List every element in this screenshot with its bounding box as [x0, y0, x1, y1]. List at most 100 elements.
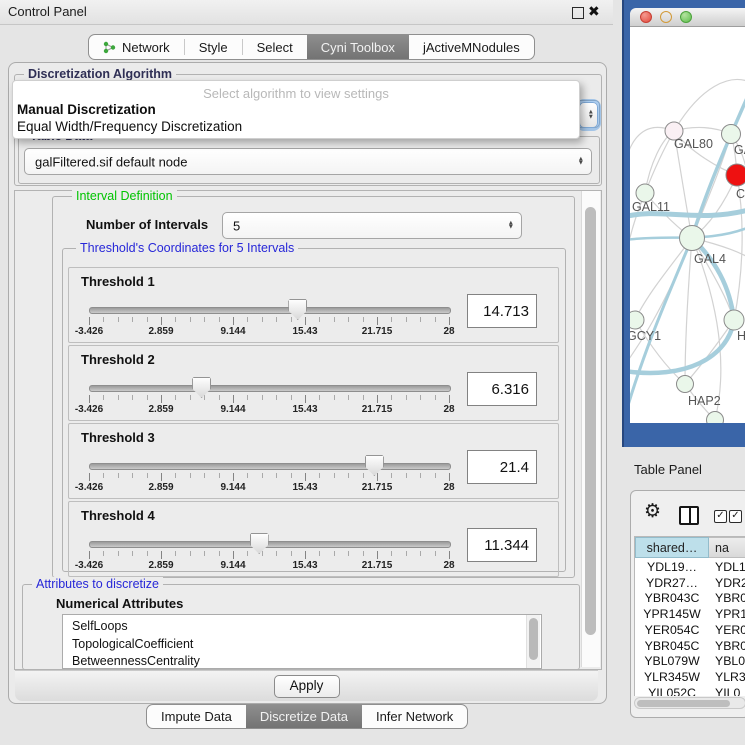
slider-tick-label: 28 [443, 326, 454, 337]
threshold-value-field[interactable]: 11.344 [467, 528, 537, 562]
cell-shared-name: YIL052C [635, 686, 709, 696]
close-icon[interactable]: ✖ [588, 3, 600, 20]
tab-style[interactable]: Style [185, 35, 242, 59]
minimize-traffic-light-icon[interactable] [660, 11, 672, 23]
table-panel-header: Table Panel [613, 447, 745, 490]
slider-tick [420, 473, 421, 478]
slider-track[interactable] [89, 541, 451, 548]
threshold-value-field[interactable]: 21.4 [467, 450, 537, 484]
slider-thumb[interactable] [192, 377, 211, 398]
algorithm-option[interactable]: Manual Discretization [17, 102, 156, 117]
column-header[interactable]: na [709, 537, 745, 558]
threshold-label: Threshold 2 [81, 352, 155, 367]
threshold-value-field[interactable]: 6.316 [467, 372, 537, 406]
table-row[interactable]: YBR045CYBR0 [635, 639, 745, 655]
table-row[interactable]: YBR043CYBR0 [635, 591, 745, 607]
close-traffic-light-icon[interactable] [640, 11, 652, 23]
slider-track[interactable] [89, 385, 451, 392]
numerical-attributes-label: Numerical Attributes [56, 596, 183, 611]
checkbox-icon[interactable]: ✓ [729, 510, 742, 523]
network-canvas[interactable]: GAL80GACGAL11GAL4GCY1HHAP2 [630, 27, 745, 423]
vertical-scrollbar[interactable] [581, 191, 600, 667]
table-row[interactable]: YBL079WYBL0 [635, 654, 745, 670]
scrollbar-thumb[interactable] [529, 618, 538, 660]
network-edge[interactable] [685, 238, 692, 384]
network-edge-thick[interactable] [692, 238, 734, 320]
slider-tick [118, 551, 119, 556]
tab-network[interactable]: Network [89, 35, 184, 59]
slider-tick [305, 551, 306, 559]
apply-button[interactable]: Apply [274, 675, 340, 698]
network-node[interactable] [680, 226, 705, 251]
scrollbar-thumb[interactable] [637, 700, 730, 707]
threshold-box: Threshold 4-3.4262.8599.14415.4321.71528… [68, 501, 559, 577]
node-table[interactable]: shared…na YDL19…YDL1YDR27…YDR2YBR043CYBR0… [634, 536, 745, 696]
control-panel-titlebar: Control Panel ✖ [0, 0, 613, 25]
zoom-traffic-light-icon[interactable] [680, 11, 692, 23]
network-view-frame[interactable]: GAL80GACGAL11GAL4GCY1HHAP2 [622, 0, 745, 447]
slider-tick-label: 9.144 [220, 482, 245, 493]
table-row[interactable]: YLR345WYLR3 [635, 670, 745, 686]
network-node[interactable] [726, 164, 745, 186]
slider-track[interactable] [89, 307, 451, 314]
number-of-intervals-combobox[interactable]: 5 ▲▼ [222, 212, 522, 239]
slider-tick [377, 473, 378, 481]
network-node-label: GAL11 [632, 200, 670, 214]
slider-tick [219, 551, 220, 556]
network-node[interactable] [722, 125, 741, 144]
scrollbar-thumb[interactable] [585, 207, 596, 635]
horizontal-scrollbar[interactable] [634, 697, 745, 709]
slider-tick [175, 317, 176, 322]
slider-tick [103, 395, 104, 400]
tab-infer-network[interactable]: Infer Network [362, 705, 467, 728]
table-row[interactable]: YPR145WYPR1 [635, 607, 745, 623]
slider-thumb[interactable] [365, 455, 384, 476]
slider-tick [219, 395, 220, 400]
slider-tick [348, 395, 349, 400]
network-node[interactable] [630, 311, 644, 329]
cell-shared-name: YDR27… [635, 576, 709, 592]
combo-spinner-focused[interactable]: ▲▼ [579, 102, 598, 128]
tab-label: Discretize Data [260, 709, 348, 724]
slider-track[interactable] [89, 463, 451, 470]
float-icon[interactable] [572, 7, 584, 19]
attribute-list-item[interactable]: SelfLoops [72, 618, 128, 636]
tab-impute-data[interactable]: Impute Data [147, 705, 246, 728]
tab-jactivemnodules[interactable]: jActiveMNodules [409, 35, 534, 59]
network-edge[interactable] [685, 320, 734, 384]
numerical-attributes-list[interactable]: SelfLoopsTopologicalCoefficientBetweenne… [62, 614, 542, 669]
algorithm-option[interactable]: Equal Width/Frequency Discretization [17, 119, 242, 134]
split-pane-icon[interactable] [679, 506, 699, 525]
tab-label: Style [199, 40, 228, 55]
tab-discretize-data[interactable]: Discretize Data [246, 705, 362, 728]
slider-tick [363, 473, 364, 478]
network-node[interactable] [677, 376, 694, 393]
attribute-list-item[interactable]: BetweennessCentrality [72, 653, 200, 669]
attribute-list-item[interactable]: TopologicalCoefficient [72, 636, 193, 654]
table-data-combobox[interactable]: galFiltered.sif default node ▲▼ [24, 148, 592, 175]
slider-tick-label: 15.43 [292, 560, 317, 571]
gear-icon[interactable]: ⚙ [644, 502, 661, 521]
checkbox-icon[interactable]: ✓ [714, 510, 727, 523]
threshold-label: Threshold 4 [81, 508, 155, 523]
slider-tick [377, 551, 378, 559]
slider-thumb[interactable] [250, 533, 269, 554]
list-scrollbar[interactable] [526, 615, 540, 668]
table-data-value: galFiltered.sif default node [35, 154, 187, 169]
slider-tick [305, 473, 306, 481]
network-node[interactable] [724, 310, 744, 330]
network-edge[interactable] [692, 238, 734, 320]
threshold-value-field[interactable]: 14.713 [467, 294, 537, 328]
table-row[interactable]: YIL052CYIL0 [635, 686, 745, 696]
slider-tick [190, 473, 191, 478]
algorithm-hint: Select algorithm to view settings [13, 86, 579, 101]
network-edge[interactable] [645, 131, 674, 193]
slider-tick [118, 473, 119, 478]
tab-cyni-toolbox[interactable]: Cyni Toolbox [307, 35, 409, 59]
table-row[interactable]: YDL19…YDL1 [635, 560, 745, 576]
slider-tick [420, 551, 421, 556]
table-row[interactable]: YDR27…YDR2 [635, 576, 745, 592]
column-header-selected[interactable]: shared… [635, 537, 709, 558]
table-row[interactable]: YER054CYER0 [635, 623, 745, 639]
tab-select[interactable]: Select [243, 35, 307, 59]
